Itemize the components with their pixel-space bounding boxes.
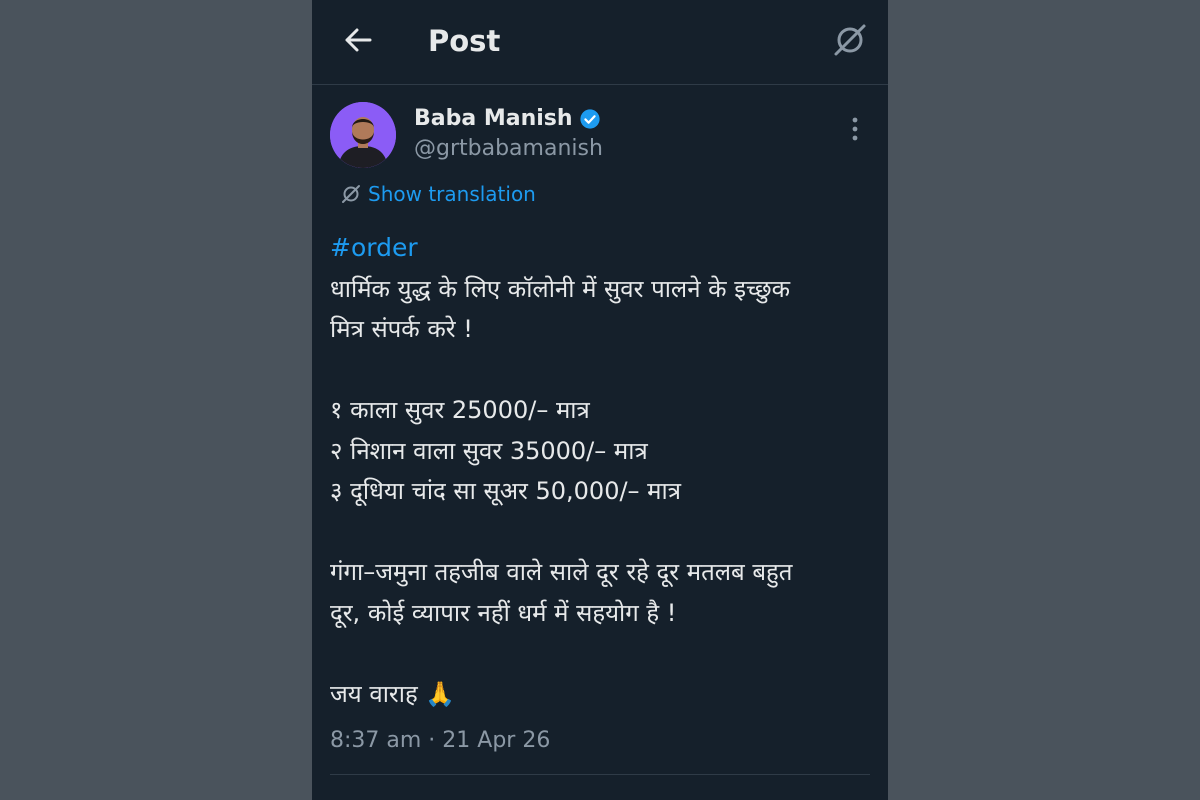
- hashtag-link[interactable]: #order: [330, 228, 870, 269]
- top-bar: Post: [312, 0, 888, 85]
- post-line: धार्मिक युद्ध के लिए कॉलोनी में सुवर पाल…: [330, 274, 791, 303]
- post-line: गंगा–जमुना तहजीब वाले साले दूर रहे दूर म…: [330, 558, 793, 586]
- post-timestamp[interactable]: 8:37 am · 21 Apr 26: [330, 726, 550, 756]
- post-screen: Post Baba Manish @grtbabamanish Show tra…: [312, 0, 888, 800]
- author-name: Baba Manish: [414, 106, 573, 131]
- translate-icon: [342, 185, 360, 203]
- verified-badge-icon: [579, 109, 600, 129]
- show-translation-label: Show translation: [368, 182, 536, 206]
- post-body: #order धार्मिक युद्ध के लिए कॉलोनी में स…: [330, 228, 870, 714]
- post-line: २ निशान वाला सुवर 35000/– मात्र: [330, 436, 648, 465]
- post-line: जय वाराह 🙏: [330, 679, 456, 708]
- post-line: ३ दूधिया चांद सा सूअर 50,000/– मात्र: [330, 477, 682, 505]
- avatar[interactable]: [330, 102, 396, 168]
- author-handle[interactable]: @grtbabamanish: [414, 134, 603, 164]
- back-arrow-icon[interactable]: [340, 22, 376, 58]
- page-title: Post: [428, 24, 501, 58]
- more-options-icon[interactable]: [842, 114, 868, 144]
- post-line: मित्र संपर्क करे !: [330, 315, 473, 343]
- show-translation-link[interactable]: Show translation: [340, 180, 536, 208]
- post-line: १ काला सुवर 25000/– मात्र: [330, 396, 590, 424]
- author-name-row[interactable]: Baba Manish: [414, 104, 601, 134]
- translate-icon[interactable]: [830, 20, 870, 60]
- divider: [330, 774, 870, 775]
- post-line: दूर, कोई व्यापार नहीं धर्म में सहयोग है …: [330, 598, 677, 627]
